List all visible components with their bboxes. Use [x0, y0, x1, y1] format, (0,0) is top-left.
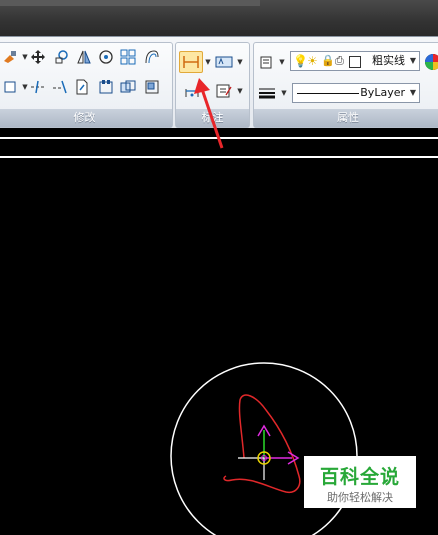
watermark-subtitle: 助你轻松解决	[327, 491, 393, 504]
red-arrow-shaft	[199, 85, 224, 149]
red-arrow-head	[194, 78, 210, 94]
watermark-title: 百科全说	[319, 466, 400, 488]
watermark-box: 百科全说 助你轻松解决	[304, 456, 416, 508]
annotation-overlay	[194, 78, 224, 149]
